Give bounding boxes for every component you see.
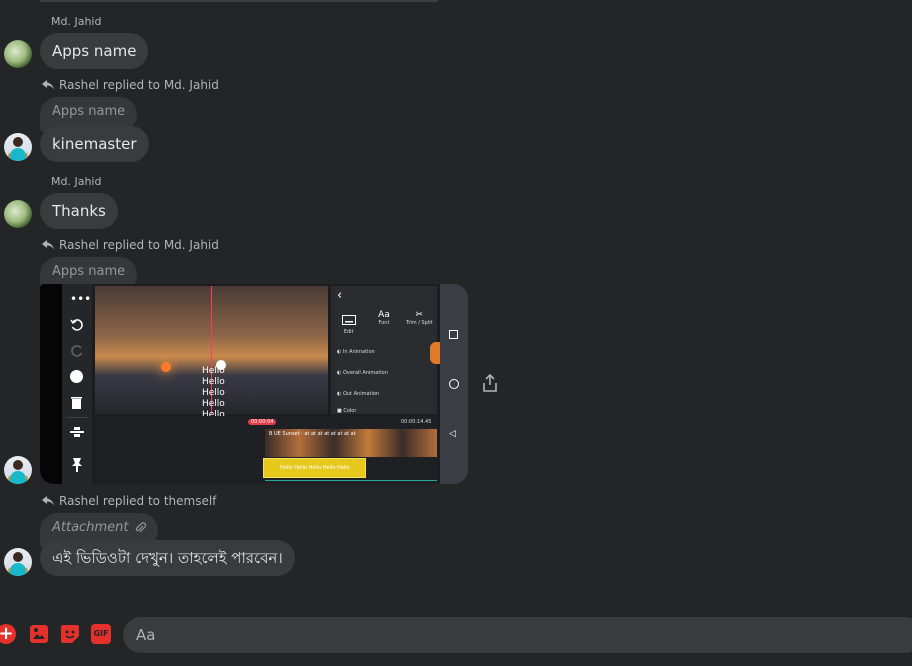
quoted-attachment-label: Attachment [52,520,129,535]
text-clip[interactable]: Hello Hello Hello Hello Hello [263,458,366,478]
panel-row[interactable]: ■ Color [337,408,356,414]
image-icon[interactable] [29,624,49,644]
reply-icon [42,240,54,250]
previous-attachment-edge [40,0,438,2]
video-clip-label: B UE Sunset · at at at at at at at at [269,431,356,437]
reply-header-text: Rashel replied to Md. Jahid [59,78,219,92]
hello-line: Hello [202,377,225,387]
panel-tool-trim[interactable]: ✂ Trim / Split [402,310,437,344]
more-icon[interactable]: ••• [70,292,91,306]
panel-row-label: Out Animation [342,391,380,397]
composer-bar: + GIF Aa [0,612,912,666]
plus-icon: + [0,623,14,644]
person-icon [6,460,30,484]
capture-icon[interactable] [70,370,83,383]
avatar-rashel[interactable] [4,456,32,484]
message-input-placeholder: Aa [136,626,156,644]
sender-name: Md. Jahid [51,15,102,28]
person-icon [6,552,30,576]
message-bubble[interactable]: Thanks [40,193,118,229]
text-options-panel: ‹ Edit Aa Font ✂ Trim / Split ◐ In Anima… [331,286,437,414]
split-icon[interactable] [70,426,84,438]
video-clip[interactable]: B UE Sunset · at at at at at at at at [265,429,437,457]
redo-icon[interactable] [70,344,84,358]
reply-header-text: Rashel replied to themself [59,494,217,508]
reply-icon [42,496,54,506]
avatar-md-jahid[interactable] [4,40,32,68]
panel-tool-edit[interactable]: Edit [331,310,366,344]
message-input[interactable]: Aa [123,617,912,653]
panel-row-label: In Animation [342,349,375,355]
rotate-handle-icon[interactable] [216,360,226,370]
avatar-md-jahid[interactable] [4,200,32,228]
undo-icon[interactable] [70,318,84,332]
editor-left-toolbar: ••• [62,284,92,484]
person-icon [6,137,30,161]
share-icon[interactable] [482,374,498,392]
sender-name: Md. Jahid [51,175,102,188]
timeline-baseline [265,480,437,481]
panel-tool-label: Trim / Split [406,320,433,326]
video-preview[interactable]: Hello Hello Hello Hello Hello [95,286,328,420]
reply-header: Rashel replied to themself [42,494,216,508]
message-bubble[interactable]: এই ভিডিওটা দেখুন। তাহলেই পারবেন। [40,540,295,576]
gif-button[interactable]: GIF [91,624,111,644]
reply-header: Rashel replied to Md. Jahid [42,238,219,252]
panel-row-label: Color [343,408,357,414]
panel-tool-label: Font [378,320,390,326]
back-arrow-icon[interactable]: ‹ [337,288,342,303]
orange-handle[interactable] [430,342,440,364]
image-attachment[interactable]: ••• Hello Hello Hello Hello Hello ‹ Edit [40,284,468,484]
timeline[interactable]: 00:00:04 00:00:14.45 B UE Sunset · at at… [95,416,437,484]
pin-icon[interactable] [72,458,82,472]
recents-icon[interactable] [449,330,458,339]
delete-icon[interactable] [71,396,82,409]
divider [66,417,88,418]
timeline-time-left: 00:00:04 [248,419,277,425]
timeline-time-right: 00:00:14.45 [401,419,432,425]
hello-line: Hello [202,388,225,398]
keyboard-icon [341,315,356,325]
font-icon: Aa [378,310,390,320]
panel-row[interactable]: ◐ Out Animation [337,391,379,397]
scissors-icon: ✂ [415,310,424,320]
paperclip-icon [136,521,147,532]
android-nav-bar: ◁ [440,284,468,484]
text-clip-label: Hello Hello Hello Hello Hello [280,465,350,471]
avatar-rashel[interactable] [4,133,32,161]
panel-row-label: Overall Animation [342,370,388,376]
reply-header-text: Rashel replied to Md. Jahid [59,238,219,252]
message-bubble[interactable]: kinemaster [40,126,149,162]
phone-bezel [40,284,62,484]
sun [161,362,171,372]
reply-header: Rashel replied to Md. Jahid [42,78,219,92]
panel-row[interactable]: ◐ Overall Animation [337,370,388,376]
sticker-icon[interactable] [60,624,80,644]
back-icon[interactable]: ◁ [449,429,456,439]
hello-line: Hello [202,399,225,409]
more-actions-button[interactable]: + [0,624,16,644]
panel-tools-row: Edit Aa Font ✂ Trim / Split [331,310,437,344]
text-overlay: Hello Hello Hello Hello Hello [202,366,225,421]
panel-row[interactable]: ◐ In Animation [337,349,375,355]
reply-icon [42,80,54,90]
panel-tool-font[interactable]: Aa Font [366,310,401,344]
avatar-rashel[interactable] [4,548,32,576]
message-bubble[interactable]: Apps name [40,33,149,69]
home-icon[interactable] [449,379,459,389]
panel-tool-label: Edit [343,329,354,335]
